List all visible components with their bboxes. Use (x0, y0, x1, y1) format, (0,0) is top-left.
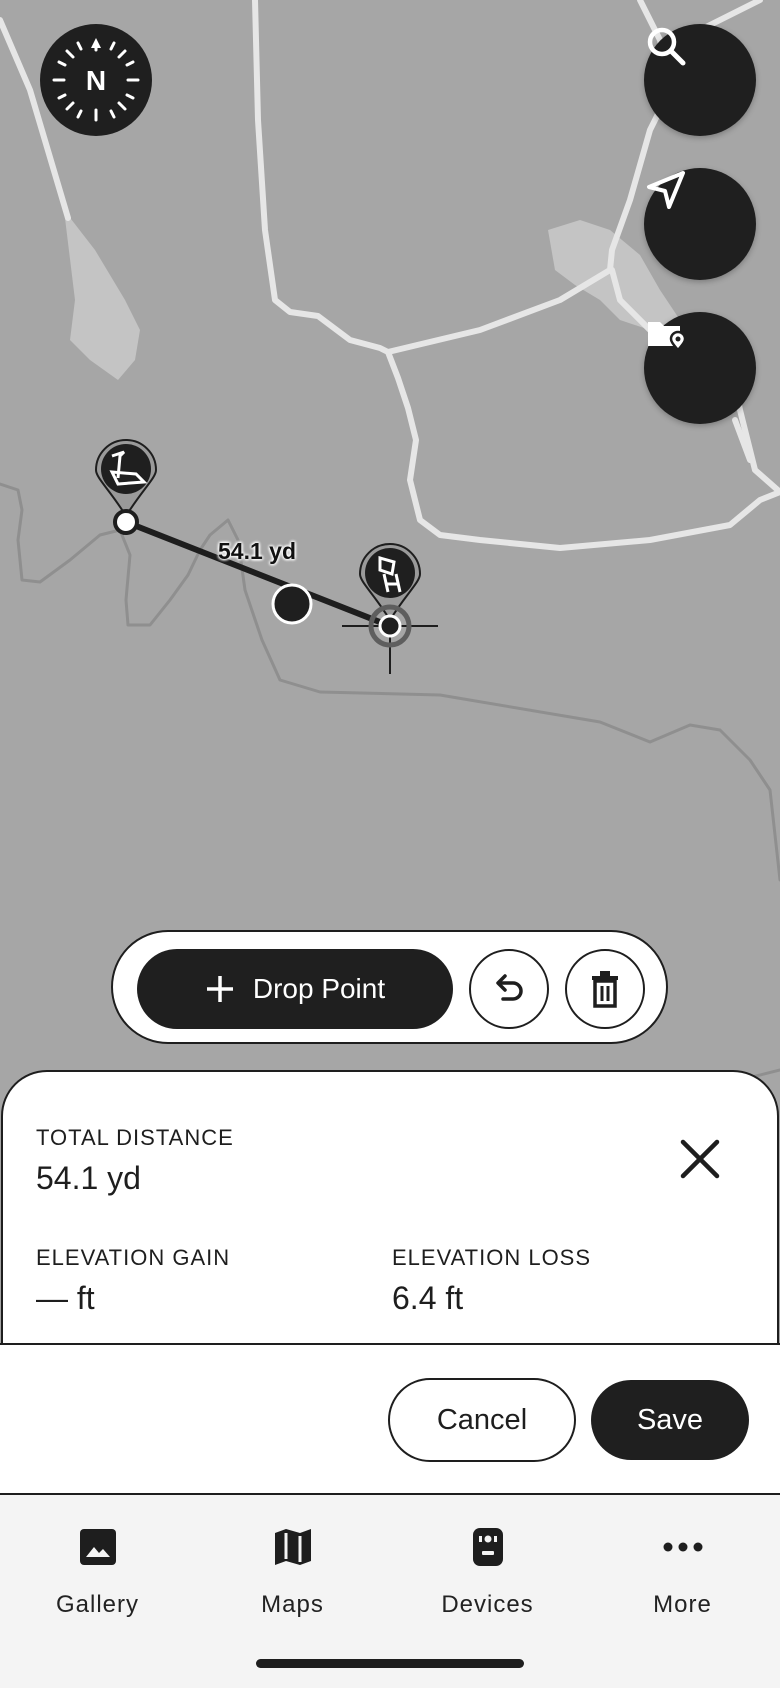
undo-icon (496, 974, 523, 1001)
nav-item-maps[interactable]: Maps (195, 1525, 390, 1635)
elevation-gain-value: — ft (36, 1280, 95, 1316)
compass-north-label: N (86, 65, 106, 96)
gallery-icon (79, 1529, 116, 1565)
search-icon (647, 27, 686, 66)
plus-icon (206, 976, 233, 1002)
nav-label-devices: Devices (441, 1591, 534, 1618)
locate-button[interactable] (644, 168, 756, 280)
folder-pin-icon (648, 322, 687, 352)
saved-locations-button[interactable] (644, 312, 756, 424)
elevation-loss-label: ELEVATION LOSS (392, 1245, 592, 1270)
segment-distance-label: 54.1 yd (218, 538, 296, 564)
nav-label-gallery: Gallery (55, 1591, 140, 1618)
bottom-navigation: Gallery Maps Devices More (0, 1495, 780, 1688)
total-distance-label: TOTAL DISTANCE (36, 1125, 234, 1150)
nav-item-gallery[interactable]: Gallery (0, 1525, 195, 1635)
nav-item-devices[interactable]: Devices (390, 1525, 585, 1635)
drop-point-label: Drop Point (252, 973, 386, 1004)
undo-button[interactable] (469, 949, 549, 1029)
home-indicator[interactable] (256, 1659, 524, 1668)
elevation-gain-label: ELEVATION GAIN (36, 1245, 231, 1270)
nav-label-more: More (653, 1591, 712, 1618)
save-button[interactable]: Save (591, 1380, 749, 1460)
drop-point-button[interactable]: Drop Point (137, 949, 453, 1029)
map-icon (274, 1529, 311, 1565)
navigation-arrow-icon (647, 171, 685, 209)
total-distance-value: 54.1 yd (36, 1160, 141, 1196)
more-icon (663, 1542, 702, 1552)
device-icon (472, 1528, 503, 1566)
compass-button[interactable]: N (40, 24, 152, 136)
compass-icon: N (52, 38, 140, 122)
trash-icon (592, 971, 618, 1008)
measure-toolbar: Drop Point (111, 930, 668, 1044)
nav-item-more[interactable]: More (585, 1525, 780, 1635)
delete-button[interactable] (565, 949, 645, 1029)
measurement-sheet: TOTAL DISTANCE 54.1 yd ELEVATION GAIN — … (1, 1070, 779, 1345)
close-icon (680, 1139, 720, 1179)
midpoint-handle[interactable] (271, 583, 313, 625)
nav-label-maps: Maps (261, 1591, 324, 1618)
close-button[interactable] (665, 1124, 735, 1194)
search-button[interactable] (644, 24, 756, 136)
elevation-loss-value: 6.4 ft (392, 1280, 464, 1316)
cancel-button[interactable]: Cancel (388, 1378, 576, 1462)
action-bar: Cancel Save (0, 1345, 780, 1495)
